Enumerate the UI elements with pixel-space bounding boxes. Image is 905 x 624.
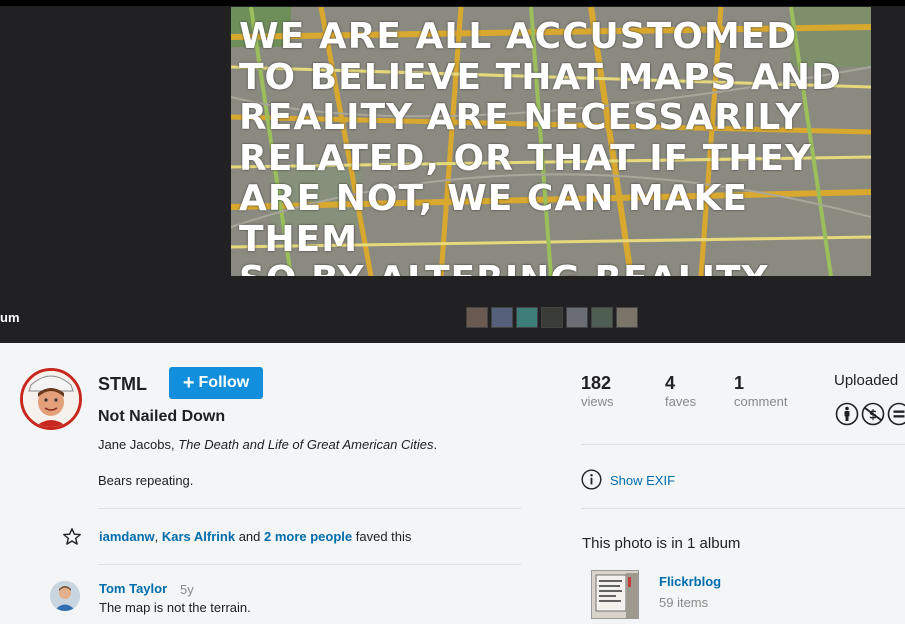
filmstrip-thumb[interactable] [466,307,488,328]
description-end: . [433,437,438,452]
license-icons[interactable]: $ [835,402,905,426]
info-icon[interactable] [581,469,602,490]
filmstrip-thumb[interactable] [516,307,538,328]
divider [581,444,905,445]
filmstrip-thumb[interactable] [616,307,638,328]
faves-suffix: faved this [352,529,412,544]
filmstrip-thumb[interactable] [566,307,588,328]
comments-count: 1 [734,373,745,393]
follow-button[interactable]: + Follow [169,367,263,399]
fave-user-link[interactable]: iamdanw [99,529,155,544]
stat-comments[interactable]: 1 comment [734,373,787,409]
views-label: views [581,394,614,409]
divider [98,508,521,509]
fave-user-link[interactable]: Kars Alfrink [162,529,235,544]
photo-title: Not Nailed Down [98,408,226,425]
album-link[interactable]: Flickrblog [659,574,721,589]
photo-quote-text: WE ARE ALL ACCUSTOMED TO BELIEVE THAT MA… [239,16,842,276]
stat-views: 182 views [581,373,614,409]
faves-count: 4 [665,373,676,393]
owner-name[interactable]: STML [98,374,147,395]
noderivatives-icon [887,402,905,426]
filmstrip-thumb[interactable] [491,307,513,328]
comments-label: comment [734,394,788,409]
follow-button-label: Follow [198,374,250,391]
faves-label: faves [665,394,697,409]
plus-icon: + [182,372,195,394]
main-photo[interactable]: WE ARE ALL ACCUSTOMED TO BELIEVE THAT MA… [231,7,871,276]
faves-and: and [235,529,264,544]
commenter-avatar[interactable] [50,581,80,611]
star-icon [63,528,81,545]
top-strip [0,0,905,6]
albums-heading: This photo is in 1 album [582,535,741,552]
album-thumbnail[interactable] [591,570,639,619]
divider [581,508,905,509]
filmstrip [466,307,638,328]
album-item-count: 59 items [659,595,709,610]
divider [98,564,521,565]
stat-faves[interactable]: 4 faves [665,373,696,409]
comment-text: The map is not the terrain. [99,600,251,615]
faves-separator: , [154,529,162,544]
album-thumbnail-image [592,571,638,618]
views-count: 182 [581,373,612,393]
noncommercial-icon: $ [861,402,885,426]
photo-description-note: Bears repeating. [98,473,194,488]
description-author: Jane Jacobs, [98,437,179,452]
show-exif-link[interactable]: Show EXIF [610,473,675,488]
comment-author-link[interactable]: Tom Taylor [99,581,167,596]
more-faves-link[interactable]: 2 more people [264,529,352,544]
faves-summary: iamdanw, Kars Alfrink and 2 more people … [99,529,411,544]
photo-description: Jane Jacobs, The Death and Life of Great… [98,437,437,452]
photo-viewer: WE ARE ALL ACCUSTOMED TO BELIEVE THAT MA… [0,0,905,343]
owner-avatar[interactable] [20,368,82,430]
owner-avatar-image [23,371,79,427]
uploaded-date-label: Uploaded [834,372,899,389]
description-book: The Death and Life of Great American Cit… [178,437,434,452]
filmstrip-thumb[interactable] [591,307,613,328]
attribution-icon [835,402,859,426]
commenter-avatar-image [50,581,80,611]
filmstrip-thumb[interactable] [541,307,563,328]
album-label-partial[interactable]: um [0,310,20,325]
comment-age[interactable]: 5y [180,582,194,597]
